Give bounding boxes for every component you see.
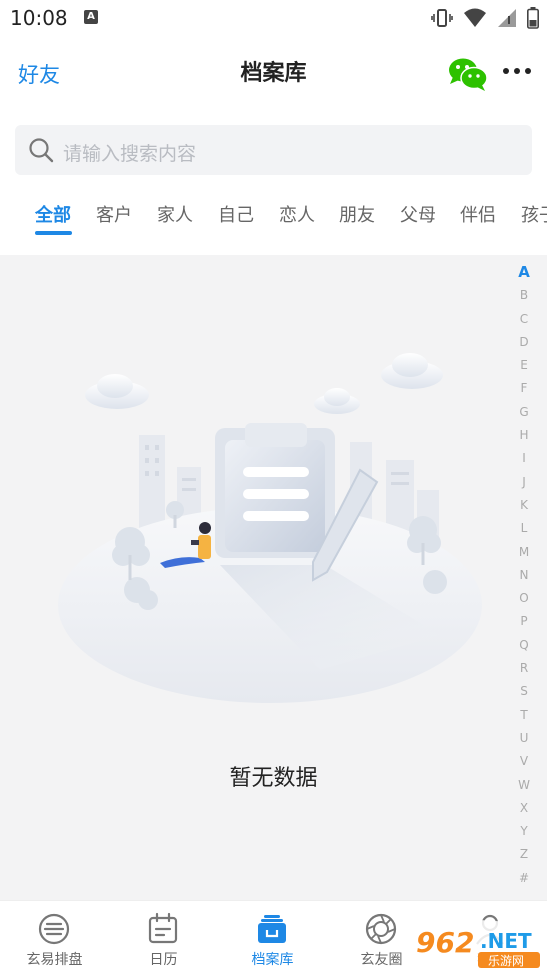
active-tab-indicator bbox=[35, 231, 72, 235]
status-bar: 10:08 A bbox=[0, 0, 547, 36]
index-letter-h[interactable]: H bbox=[510, 424, 538, 447]
archive-icon bbox=[258, 915, 286, 943]
notification-badge-icon: A bbox=[84, 10, 98, 24]
nav-label-calendar: 日历 bbox=[149, 952, 178, 968]
nav-label-paipan: 玄易排盘 bbox=[26, 952, 83, 968]
tab-all[interactable]: 全部 bbox=[35, 201, 71, 227]
index-letter-q[interactable]: Q bbox=[510, 634, 538, 657]
battery-icon bbox=[527, 7, 539, 29]
index-letter-v[interactable]: V bbox=[510, 750, 538, 773]
wifi-icon bbox=[464, 8, 486, 27]
contact-list-area: 暂无数据 A B C D E F G H I J K L M N O P Q R… bbox=[0, 255, 547, 900]
index-letter-x[interactable]: X bbox=[510, 797, 538, 820]
site-watermark-logo: 962 .NET 乐游网 bbox=[413, 919, 543, 968]
index-letter-s[interactable]: S bbox=[510, 680, 538, 703]
index-letter-u[interactable]: U bbox=[510, 727, 538, 750]
nav-label-archive: 档案库 bbox=[251, 952, 294, 968]
index-letter-c[interactable]: C bbox=[510, 308, 538, 331]
tab-lover[interactable]: 恋人 bbox=[279, 201, 315, 227]
index-letter-a[interactable]: A bbox=[510, 261, 538, 284]
nav-item-archive[interactable]: 档案库 bbox=[218, 901, 327, 972]
nav-item-paipan[interactable]: 玄易排盘 bbox=[0, 901, 109, 972]
index-letter-i[interactable]: I bbox=[510, 447, 538, 470]
svg-text:.NET: .NET bbox=[480, 929, 532, 953]
vibrate-icon bbox=[431, 9, 453, 27]
index-letter-g[interactable]: G bbox=[510, 401, 538, 424]
index-letter-f[interactable]: F bbox=[510, 377, 538, 400]
index-letter-m[interactable]: M bbox=[510, 541, 538, 564]
tab-self[interactable]: 自己 bbox=[218, 201, 254, 227]
index-letter-n[interactable]: N bbox=[510, 564, 538, 587]
index-letter-z[interactable]: Z bbox=[510, 843, 538, 866]
signal-icon bbox=[498, 9, 516, 27]
index-letter-w[interactable]: W bbox=[510, 774, 538, 797]
index-letter-o[interactable]: O bbox=[510, 587, 538, 610]
empty-state-text: 暂无数据 bbox=[229, 766, 318, 791]
tab-customer[interactable]: 客户 bbox=[96, 201, 132, 227]
index-letter-hash[interactable]: # bbox=[510, 867, 538, 890]
index-letter-y[interactable]: Y bbox=[510, 820, 538, 843]
tab-children[interactable]: 孩子 bbox=[521, 201, 547, 227]
nav-item-calendar[interactable]: 日历 bbox=[109, 901, 218, 972]
index-letter-l[interactable]: L bbox=[510, 517, 538, 540]
search-input[interactable]: 请输入搜索内容 bbox=[15, 125, 532, 175]
index-letter-p[interactable]: P bbox=[510, 610, 538, 633]
search-icon bbox=[29, 138, 54, 163]
svg-text:962: 962 bbox=[416, 926, 474, 959]
search-placeholder: 请输入搜索内容 bbox=[63, 143, 197, 165]
header: 好友 档案库 bbox=[0, 44, 547, 100]
more-dots-icon[interactable] bbox=[503, 68, 531, 74]
index-letter-k[interactable]: K bbox=[510, 494, 538, 517]
tab-friends[interactable]: 朋友 bbox=[339, 201, 375, 227]
index-letter-e[interactable]: E bbox=[510, 354, 538, 377]
wechat-icon[interactable] bbox=[447, 56, 489, 92]
status-icons bbox=[431, 6, 539, 30]
calendar-icon bbox=[148, 912, 178, 944]
status-time: 10:08 bbox=[10, 6, 68, 30]
index-letter-t[interactable]: T bbox=[510, 704, 538, 727]
empty-state-illustration bbox=[58, 353, 482, 703]
compass-plate-icon bbox=[38, 913, 70, 945]
svg-text:乐游网: 乐游网 bbox=[488, 954, 524, 968]
index-letter-j[interactable]: J bbox=[510, 471, 538, 494]
tab-family[interactable]: 家人 bbox=[157, 201, 193, 227]
index-letter-d[interactable]: D bbox=[510, 331, 538, 354]
alphabet-index[interactable]: A B C D E F G H I J K L M N O P Q R S T … bbox=[510, 261, 538, 890]
index-letter-r[interactable]: R bbox=[510, 657, 538, 680]
aperture-icon bbox=[365, 913, 397, 945]
tab-partner[interactable]: 伴侣 bbox=[460, 201, 496, 227]
index-letter-b[interactable]: B bbox=[510, 284, 538, 307]
tab-parents[interactable]: 父母 bbox=[400, 201, 436, 227]
category-tabs: 全部 客户 家人 自己 恋人 朋友 父母 伴侣 孩子 bbox=[0, 195, 547, 245]
